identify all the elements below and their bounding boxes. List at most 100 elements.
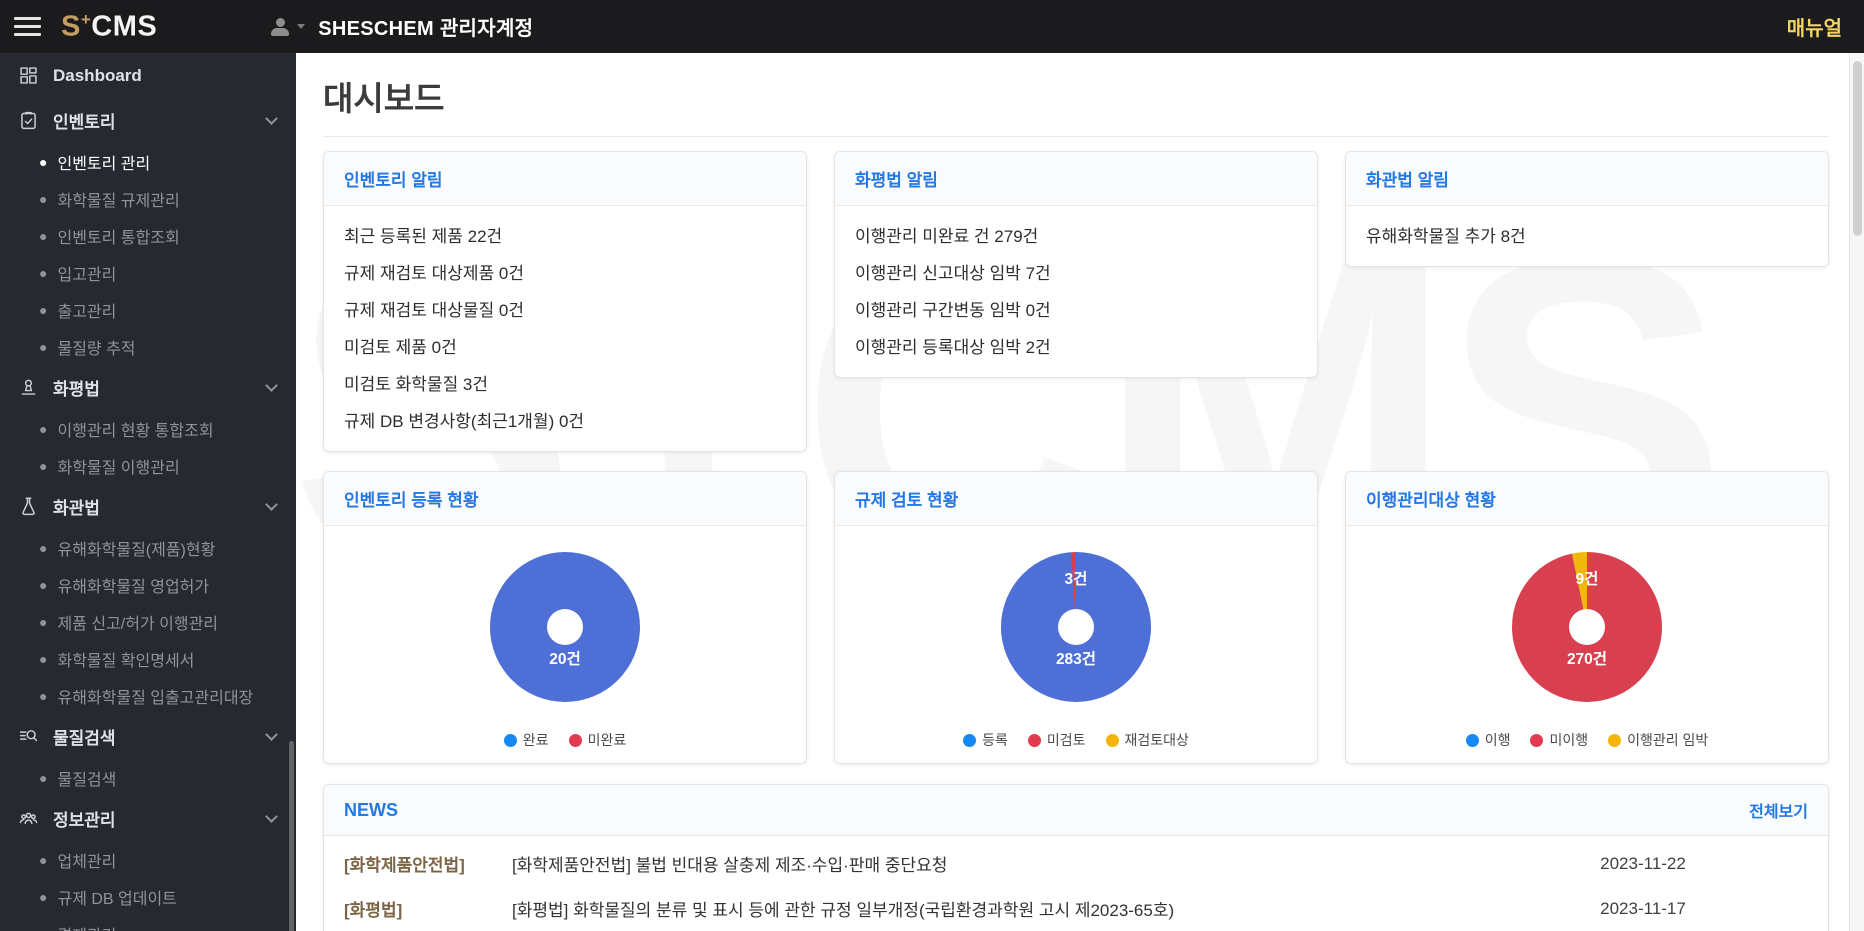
sidebar-subitem-label: 출고관리 xyxy=(57,303,117,321)
donut-value-label: 283건 xyxy=(1055,651,1097,668)
alert-card-body: 이행관리 미완료 건 279건 이행관리 신고대상 임박 7건 이행관리 구간변동 … xyxy=(835,206,1317,377)
sidebar-item-kreach[interactable]: 화평법 xyxy=(0,365,296,410)
bullet-icon: ● xyxy=(39,539,48,556)
sidebar-subitem-chemical-regulation-management[interactable]: ● 화학물질 규제관리 xyxy=(0,180,296,217)
chart-cards-row: 인벤토리 등록 현황 20건 완료 미완료 규제 검토 현황 3건 283건 등록 미검토 재검토… xyxy=(323,471,1829,764)
sidebar: Dashboard 인벤토리 ● 인벤토리 관리 ● 화학물질 규제관리 ● 인벤토리 통합조… xyxy=(0,53,296,931)
app-logo: S+CMS xyxy=(61,9,158,43)
news-row[interactable]: [화학제품안전법] [화학제품안전법] 불법 빈대용 살충제 제조·수입·판매 중… xyxy=(324,841,1828,886)
legend-label: 완료 xyxy=(522,732,549,748)
hamburger-menu-icon[interactable] xyxy=(14,17,41,36)
alert-item: 규제 재검토 대상제품 0건 xyxy=(344,264,525,283)
sidebar-subitem-inbound-management[interactable]: ● 입고관리 xyxy=(0,254,296,291)
search-icon xyxy=(16,725,41,749)
alert-cards-row: 인벤토리 알림 최근 등록된 제품 22건 규제 재검토 대상제품 0건 규제 재검토… xyxy=(323,151,1829,452)
account-menu[interactable]: SHESCHEM 관리자계정 xyxy=(269,12,533,41)
sidebar-subitem-substance-search[interactable]: ● 물질검색 xyxy=(0,759,296,796)
sidebar-subitem-inventory-integrated-search[interactable]: ● 인벤토리 통합조회 xyxy=(0,217,296,254)
sidebar-subitem-label: 유해화학물질 입출고관리대장 xyxy=(57,689,254,707)
alert-card-body: 유해화학물질 추가 8건 xyxy=(1346,206,1828,266)
news-card: NEWS 전체보기 [화학제품안전법] [화학제품안전법] 불법 빈대용 살충제 … xyxy=(323,784,1829,931)
sidebar-item-kchemlaw[interactable]: 화관법 xyxy=(0,484,296,529)
sidebar-scrollbar-thumb[interactable] xyxy=(289,741,294,931)
sidebar-subitem-chemical-compliance[interactable]: ● 화학물질 이행관리 xyxy=(0,447,296,484)
legend-label: 이행관리 임박 xyxy=(1627,732,1709,748)
chevron-down-icon xyxy=(265,809,278,823)
alert-card-1: 화평법 알림 이행관리 미완료 건 279건 이행관리 신고대상 임박 7건 이행관리… xyxy=(834,151,1318,378)
sidebar-subitem-label: 인벤토리 통합조회 xyxy=(57,229,180,247)
sidebar-subitem-outbound-management[interactable]: ● 출고관리 xyxy=(0,291,296,328)
bullet-icon: ● xyxy=(39,576,48,593)
donut-chart: 9건 270건 xyxy=(1512,552,1662,702)
sidebar-subitem-inventory-management[interactable]: ● 인벤토리 관리 xyxy=(0,143,296,180)
sidebar-subitem-label: 화학물질 규제관리 xyxy=(57,192,180,210)
news-row-category: [화평법] xyxy=(344,901,403,920)
donut-hole xyxy=(1569,609,1605,645)
sidebar-subitem-hazardous-product-status[interactable]: ● 유해화학물질(제품)현황 xyxy=(0,529,296,566)
dashboard-icon xyxy=(16,64,41,88)
legend-dot-icon xyxy=(1027,733,1041,747)
page-scrollbar-thumb[interactable] xyxy=(1853,61,1862,236)
bullet-icon: ● xyxy=(39,301,48,318)
sidebar-subitem-payment-management[interactable]: ● 결제관리 xyxy=(0,915,296,931)
flask-icon xyxy=(16,495,41,519)
chart-card-body: 3건 283건 등록 미검토 재검토대상 xyxy=(835,526,1317,763)
bullet-icon: ● xyxy=(39,227,48,244)
bullet-icon: ● xyxy=(39,769,48,786)
sidebar-item-label: 화관법 xyxy=(53,499,100,518)
sidebar-item-inventory[interactable]: 인벤토리 xyxy=(0,98,296,143)
legend-label: 미완료 xyxy=(587,732,627,748)
chart-card-0: 인벤토리 등록 현황 20건완료 미완료 xyxy=(323,471,807,764)
alert-card-body: 최근 등록된 제품 22건 규제 재검토 대상제품 0건 규제 재검토 대상물질 0… xyxy=(324,206,806,451)
sidebar-subitem-compliance-status-search[interactable]: ● 이행관리 현황 통합조회 xyxy=(0,410,296,447)
page-scrollbar[interactable] xyxy=(1849,53,1864,931)
news-row-date: 2023-11-22 xyxy=(1600,853,1686,873)
donut-value-label: 20건 xyxy=(549,651,581,668)
main-content: S+CMS 대시보드 인벤토리 알림최근 등록된 제품 22건규제 재검토 대상… xyxy=(296,53,1849,931)
legend-label: 미검토 xyxy=(1046,732,1086,748)
legend-dot-icon xyxy=(1465,733,1479,747)
chart-card-body: 20건완료 미완료 xyxy=(324,526,806,763)
news-title: NEWS xyxy=(344,799,398,820)
sidebar-item-substance-search-group[interactable]: 물질검색 xyxy=(0,714,296,759)
users-icon xyxy=(16,807,41,831)
legend-dot-icon xyxy=(1530,733,1544,747)
sidebar-subitem-hazardous-business-permit[interactable]: ● 유해화학물질 영업허가 xyxy=(0,566,296,603)
page-title: 대시보드 xyxy=(323,80,445,117)
legend-item: 재검토대상 xyxy=(1105,730,1189,750)
chart-card-1: 규제 검토 현황 3건 283건 등록 미검토 재검토대상 xyxy=(834,471,1318,764)
alert-item: 이행관리 구간변동 임박 0건 xyxy=(855,301,1051,320)
legend-dot-icon xyxy=(1608,733,1622,747)
sidebar-subitem-regulation-db-update[interactable]: ● 규제 DB 업데이트 xyxy=(0,878,296,915)
legend-label: 미이행 xyxy=(1549,732,1589,748)
sidebar-subitem-label: 물질검색 xyxy=(57,771,117,789)
sidebar-subitem-substance-amount-tracking[interactable]: ● 물질량 추적 xyxy=(0,328,296,365)
bullet-icon: ● xyxy=(39,190,48,207)
sidebar-subitem-chemical-confirmation-statement[interactable]: ● 화학물질 확인명세서 xyxy=(0,640,296,677)
chart-card-2: 이행관리대상 현황 9건 270건 이행 미이행 이행관리 임박 xyxy=(1345,471,1829,764)
news-view-all-link[interactable]: 전체보기 xyxy=(1749,798,1808,822)
legend-item: 등록 xyxy=(963,730,1008,750)
alert-card-0: 인벤토리 알림 최근 등록된 제품 22건 규제 재검토 대상제품 0건 규제 재검토… xyxy=(323,151,807,452)
sidebar-subitem-hazardous-inout-ledger[interactable]: ● 유해화학물질 입출고관리대장 xyxy=(0,677,296,714)
sidebar-subitem-company-management[interactable]: ● 업체관리 xyxy=(0,841,296,878)
sidebar-item-info-management[interactable]: 정보관리 xyxy=(0,796,296,841)
alert-item: 최근 등록된 제품 22건 xyxy=(344,227,503,246)
bullet-icon: ● xyxy=(39,457,48,474)
news-rows: [화학제품안전법] [화학제품안전법] 불법 빈대용 살충제 제조·수입·판매 중… xyxy=(324,836,1828,931)
sidebar-subitem-product-report-permit-compliance[interactable]: ● 제품 신고/허가 이행관리 xyxy=(0,603,296,640)
sidebar-subitem-label: 제품 신고/허가 이행관리 xyxy=(57,615,219,633)
news-row-title: [화학제품안전법] 불법 빈대용 살충제 제조·수입·판매 중단요청 xyxy=(512,856,948,875)
alert-card-title: 화관법 알림 xyxy=(1346,152,1828,206)
sidebar-item-dashboard[interactable]: Dashboard xyxy=(0,53,296,98)
news-row[interactable]: [화평법] [화평법] 화학물질의 분류 및 표시 등에 관한 규정 일부개정(국… xyxy=(324,886,1828,931)
sidebar-subitem-label: 유해화학물질 영업허가 xyxy=(57,578,210,596)
news-row-category: [화학제품안전법] xyxy=(344,856,465,875)
chart-card-body: 9건 270건이행 미이행 이행관리 임박 xyxy=(1346,526,1828,763)
alert-item: 미검토 제품 0건 xyxy=(344,338,457,357)
chart-card-title: 인벤토리 등록 현황 xyxy=(324,472,806,526)
legend-dot-icon xyxy=(503,733,517,747)
legend-item: 이행 xyxy=(1465,730,1510,750)
manual-link[interactable]: 매뉴얼 xyxy=(1787,12,1842,41)
account-label: SHESCHEM 관리자계정 xyxy=(318,18,534,40)
